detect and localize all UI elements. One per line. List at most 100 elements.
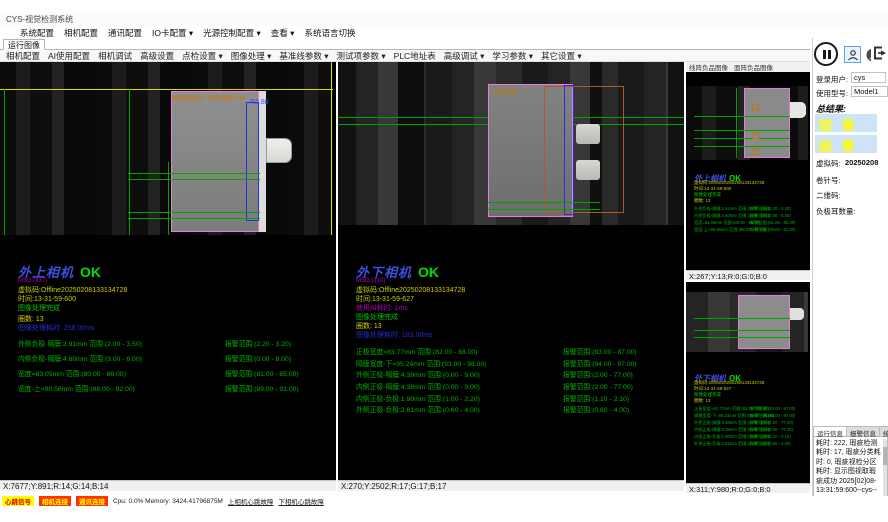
- mini-camera-image-bottom[interactable]: [686, 292, 808, 352]
- menu-item-comm-config[interactable]: 通讯配置: [108, 27, 142, 39]
- menu-item-view[interactable]: 查看 ▾: [271, 27, 295, 39]
- camera-view-upper: 静态阈值:93, 动态阈值:100 R2.88 外上相机OK MSG:0(17)…: [0, 62, 336, 480]
- mini-view-top: 外上相机OK 虚拟码:Offline20250208133134728 时间:1…: [686, 72, 810, 270]
- app-window: CYS-视觉检测系统 C 系统配置 相机配置 通讯配置 IO卡配置 ▾ 光源控制…: [0, 0, 888, 522]
- blue-measure-roi: [564, 85, 574, 215]
- electrode-tab: [790, 102, 806, 118]
- alarm-range: 报警范围:(94.00 - 97.00): [563, 358, 637, 368]
- camera-image-upper[interactable]: 静态阈值:93, 动态阈值:100 R2.88: [0, 62, 333, 235]
- alarm-range: 报警范围:(1.10 - 2.10): [563, 393, 629, 403]
- camera-view-lower: AI检测框 外下相机OK MSG:0(10) 虚拟码:Offline202502…: [338, 62, 684, 480]
- tab-count-label: 负极耳数量:: [816, 206, 856, 217]
- ai-defect-marker: [752, 148, 759, 155]
- toolbar-advanced-debug[interactable]: 高级调试 ▾: [444, 50, 485, 62]
- mini-view-tabs: 线阵负品图像 面阵负品图像: [686, 62, 810, 72]
- status-bar: 心跳信号 相机连接 通讯连接 Cpu: 0.0% Memory: 3424.41…: [0, 496, 888, 506]
- toolbar-camera-config[interactable]: 相机配置: [6, 50, 40, 62]
- login-user-value[interactable]: cys: [851, 72, 886, 83]
- ai-detect-roi: [544, 86, 624, 213]
- toolbar-test-params[interactable]: 测试项参数 ▾: [337, 50, 386, 62]
- menu-item-system-config[interactable]: 系统配置: [20, 27, 54, 39]
- log-tab-run-info[interactable]: 运行信息: [814, 427, 847, 436]
- log-tab-stats-info[interactable]: 统计信息: [880, 427, 888, 436]
- result-box-upper: 结 果: [815, 114, 877, 132]
- toolbar-ai-config[interactable]: AI使用配置: [48, 50, 90, 62]
- turns-line: 圈数: 13: [694, 198, 711, 204]
- cursor-status-mini-top: X:267;Y:13;R:0;G:0;B:0: [686, 270, 810, 280]
- cursor-status-mini-bottom: X:311;Y:980;R:0;G:0;B:0: [686, 483, 810, 493]
- log-text: 耗时: 222, 瑕疵检测耗时: 17, 瑕疵分类耗时: 0, 瑕疵视检分区耗时…: [813, 437, 888, 504]
- alarm-range: 报警范围:(89.00 - 91.00): [225, 383, 299, 393]
- threshold-overlay-label: 静态阈值:93, 动态阈值:100: [172, 92, 244, 102]
- ok-result-label: OK: [418, 264, 439, 280]
- tab-run-image[interactable]: 运行图像: [3, 39, 45, 50]
- menu-item-light-config[interactable]: 光源控制配置 ▾: [203, 27, 261, 39]
- toolbar-image-processing[interactable]: 图像处理 ▾: [231, 50, 272, 62]
- alarm-range: 报警范围:(0.00 - 8.00): [225, 353, 291, 363]
- electrode-roi: [744, 88, 790, 158]
- electrode-roi: [738, 295, 790, 349]
- done-line: 图像处理完成: [18, 303, 60, 313]
- cursor-status-lower: X:270;Y:2502;R:17;G:17;B:17: [338, 480, 684, 491]
- toolbar-advanced-settings[interactable]: 高级设置: [140, 50, 174, 62]
- log-tabs: 运行信息 报警信息 统计信息: [813, 426, 888, 437]
- result-box-lower: 结 果: [815, 135, 877, 153]
- toolbar-camera-debug[interactable]: 相机调试: [98, 50, 132, 62]
- msg-line: MSG:0(17): [18, 278, 47, 284]
- model-label: 使用型号:: [816, 88, 848, 99]
- qr-code-label: 二维码:: [816, 190, 841, 201]
- yellow-baseline: [0, 89, 333, 90]
- menu-item-language[interactable]: 系统语言切换: [304, 27, 355, 39]
- electrode-tab: [266, 138, 292, 163]
- ok-result-label: OK: [80, 264, 101, 280]
- toolbar-learning-params[interactable]: 学习参数 ▾: [492, 50, 533, 62]
- measure-value: 宽度-上=90.56mm 范围:(88.00 - 92.00): [18, 383, 135, 393]
- msg-line: MSG:0(10): [356, 278, 385, 284]
- toolbar-plc-table[interactable]: PLC地址表: [394, 50, 436, 62]
- alarm-range: 报警范围:(2.00 - 77.00): [563, 381, 633, 391]
- exit-door-icon: [872, 45, 888, 61]
- toolbar-baseline-params[interactable]: 基准线参数 ▾: [279, 50, 328, 62]
- exit-button[interactable]: [871, 43, 888, 63]
- turns-line: 圈数: 13: [694, 398, 711, 404]
- toolbar-other-settings[interactable]: 其它设置 ▾: [541, 50, 582, 62]
- model-value[interactable]: Model1: [851, 86, 888, 97]
- toolbar-spot-check[interactable]: 点检设置 ▾: [182, 50, 223, 62]
- heartbeat-badge: 心跳信号: [2, 496, 34, 506]
- virtual-code-value: 20250208: [845, 158, 878, 167]
- virtual-code-label: 虚拟码:: [816, 158, 841, 169]
- title-bar: CYS-视觉检测系统: [0, 14, 888, 26]
- login-user-label: 登录用户:: [816, 74, 848, 85]
- cursor-status-upper: X:7677;Y:891;R:14;G:14;B:14: [0, 480, 336, 491]
- log-panel: 运行信息 报警信息 统计信息 耗时: 222, 瑕疵检测耗时: 17, 瑕疵分类…: [813, 426, 888, 505]
- measure-value: 外侧正极-负极:2.61mm 范围:(0.60 - 4.00): [356, 404, 480, 414]
- tab-strip: 运行图像: [0, 39, 810, 50]
- elapsed-line: 图像处理耗时: 258.00ms: [18, 323, 95, 333]
- log-scrollbar[interactable]: [883, 439, 887, 501]
- alarm-range: 报警范围:(0.60 - 4.00): [563, 404, 629, 414]
- log-tab-alarm-info[interactable]: 报警信息: [847, 427, 880, 436]
- measure-value: 隔膜宽度-下=95.24mm 范围:(93.00 - 98.00): [356, 358, 487, 368]
- alarm-range: 报警范围:(83.00 - 87.00): [563, 346, 637, 356]
- tab-areascan-defect-image[interactable]: 面阵负品图像: [734, 62, 773, 72]
- window-title: CYS-视觉检测系统: [6, 15, 73, 24]
- winding-pin-label: 卷针号:: [816, 175, 841, 186]
- measure-value: 外侧正极-隔膜:4.38mm 范围:(0.00 - 9.00): [356, 369, 480, 379]
- alarm-range: 报警范围:(2.00 - 77.00): [563, 369, 633, 379]
- tab-linescan-defect-image[interactable]: 线阵负品图像: [689, 62, 728, 72]
- alarm-range: 报警范围:(2.20 - 3.20): [225, 338, 291, 348]
- blue-measure-roi: [246, 102, 259, 221]
- login-user-button[interactable]: [844, 46, 861, 63]
- menu-item-io-config[interactable]: IO卡配置 ▾: [152, 27, 193, 39]
- blue-overlay-label: R2.88: [250, 99, 269, 106]
- control-panel: 登录用户: cys 使用型号: Model1 总结果: 结 果 结 果 虚拟码:…: [812, 38, 888, 505]
- measure-value: 宽度=83.05mm 范围:(80.00 - 86.00): [18, 368, 126, 378]
- lower-camera-fault-text: 下相机心跳故障: [278, 496, 324, 506]
- measure-value: 内侧正极-负极:1.90mm 范围:(1.00 - 2.20): [356, 393, 480, 403]
- mini-camera-image-top[interactable]: [686, 86, 808, 160]
- menu-item-camera-config[interactable]: 相机配置: [64, 27, 98, 39]
- pause-button[interactable]: [814, 42, 838, 66]
- mini-view-bottom: 外下相机OK 虚拟码:Offline20250208133134728 时间:1…: [686, 282, 810, 483]
- camera-image-lower[interactable]: AI检测框: [338, 62, 684, 225]
- electrode-tab: [576, 160, 600, 180]
